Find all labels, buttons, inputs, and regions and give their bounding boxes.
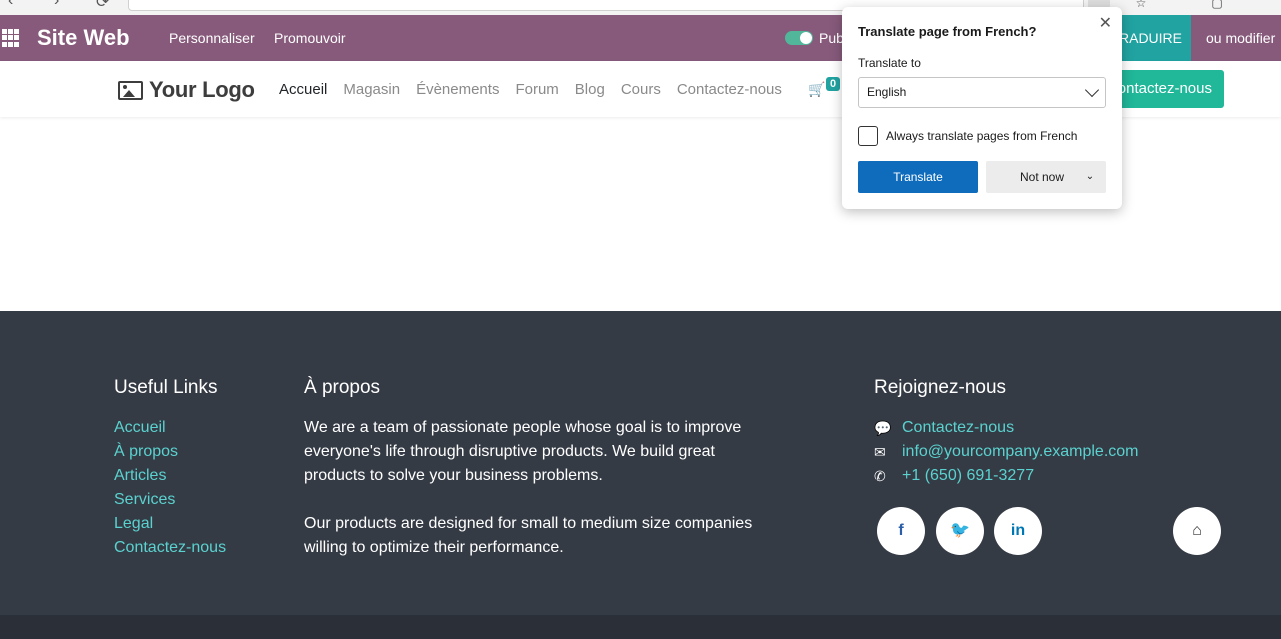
edit-link[interactable]: ou modifier [1206, 30, 1275, 46]
nav-item-forum[interactable]: Forum [515, 81, 558, 98]
join-phone-link[interactable]: +1 (650) 691-3277 [902, 464, 1034, 488]
always-translate-label[interactable]: Always translate pages from French [886, 129, 1077, 143]
publish-toggle[interactable] [785, 31, 813, 45]
nav-item-blog[interactable]: Blog [575, 81, 605, 98]
chevron-down-icon [1084, 82, 1100, 98]
logo-text: Your Logo [149, 77, 255, 102]
cart-count-badge: 0 [826, 77, 841, 91]
forward-icon[interactable]: › [54, 0, 59, 10]
customize-menu[interactable]: Personnaliser [169, 30, 255, 46]
collections-icon[interactable]: ▢ [1206, 0, 1228, 10]
back-icon[interactable]: ‹ [8, 0, 13, 10]
about-paragraph-1: We are a team of passionate people whose… [304, 419, 742, 484]
favorite-icon[interactable]: ☆ [1130, 0, 1152, 10]
refresh-icon[interactable]: ⟳ [96, 0, 109, 12]
linkedin-icon[interactable]: in [994, 507, 1042, 555]
join-email-link[interactable]: info@yourcompany.example.com [902, 440, 1139, 464]
publish-label: Pub [819, 30, 844, 46]
language-select[interactable]: English [858, 77, 1106, 108]
always-translate-checkbox[interactable] [858, 126, 878, 146]
translate-site-button[interactable]: RADUIRE [1119, 15, 1191, 61]
site-title[interactable]: Site Web [37, 25, 130, 51]
nav-item-accueil[interactable]: Accueil [279, 81, 327, 98]
site-footer: Useful Links Accueil À propos Articles S… [0, 311, 1281, 615]
contact-us-button[interactable]: ontactez-nous [1106, 70, 1224, 108]
nav-item-cours[interactable]: Cours [621, 81, 661, 98]
apps-grid-icon[interactable] [2, 29, 20, 47]
join-contact-link[interactable]: Contactez-nous [902, 416, 1014, 440]
site-logo[interactable]: Your Logo [118, 77, 255, 103]
about-paragraph-2: Our products are designed for small to m… [304, 515, 753, 556]
footer-link-legal[interactable]: Legal [114, 512, 226, 536]
main-nav: Accueil Magasin Évènements Forum Blog Co… [279, 81, 782, 98]
image-icon [118, 80, 143, 100]
about-text: We are a team of passionate people whose… [304, 416, 774, 560]
footer-link-accueil[interactable]: Accueil [114, 416, 226, 440]
footer-link-contact[interactable]: Contactez-nous [114, 536, 226, 560]
nav-item-contact[interactable]: Contactez-nous [677, 81, 782, 98]
join-list: 💬 Contactez-nous ✉ info@yourcompany.exam… [874, 416, 1139, 488]
translate-to-label: Translate to [858, 56, 921, 70]
translate-button[interactable]: Translate [858, 161, 978, 193]
chevron-down-icon[interactable]: ⌄ [1080, 161, 1100, 193]
home-icon[interactable]: ⌂ [1173, 507, 1221, 555]
envelope-icon: ✉ [874, 444, 886, 460]
close-icon[interactable]: ✕ [1099, 13, 1112, 33]
promote-menu[interactable]: Promouvoir [274, 30, 346, 46]
popup-title: Translate page from French? [858, 24, 1037, 39]
not-now-button[interactable]: Not now ⌄ [986, 161, 1106, 193]
about-title: À propos [304, 377, 381, 398]
footer-link-services[interactable]: Services [114, 488, 226, 512]
selected-language: English [867, 85, 907, 99]
comment-icon: 💬 [874, 420, 892, 436]
facebook-icon[interactable]: f [877, 507, 925, 555]
phone-icon: ✆ [874, 468, 886, 484]
twitter-icon[interactable]: 🐦 [936, 507, 984, 555]
nav-item-magasin[interactable]: Magasin [343, 81, 400, 98]
nav-item-evenements[interactable]: Évènements [416, 81, 499, 98]
copyright-bar [0, 615, 1281, 639]
join-title: Rejoignez-nous [874, 377, 1007, 398]
cart-icon[interactable]: 🛒 [808, 81, 825, 98]
footer-link-articles[interactable]: Articles [114, 464, 226, 488]
useful-links-title: Useful Links [114, 377, 218, 398]
not-now-label: Not now [1020, 170, 1065, 184]
useful-links-list: Accueil À propos Articles Services Legal… [114, 416, 226, 560]
footer-link-apropos[interactable]: À propos [114, 440, 226, 464]
translate-popup: ✕ Translate page from French? Translate … [842, 7, 1122, 209]
